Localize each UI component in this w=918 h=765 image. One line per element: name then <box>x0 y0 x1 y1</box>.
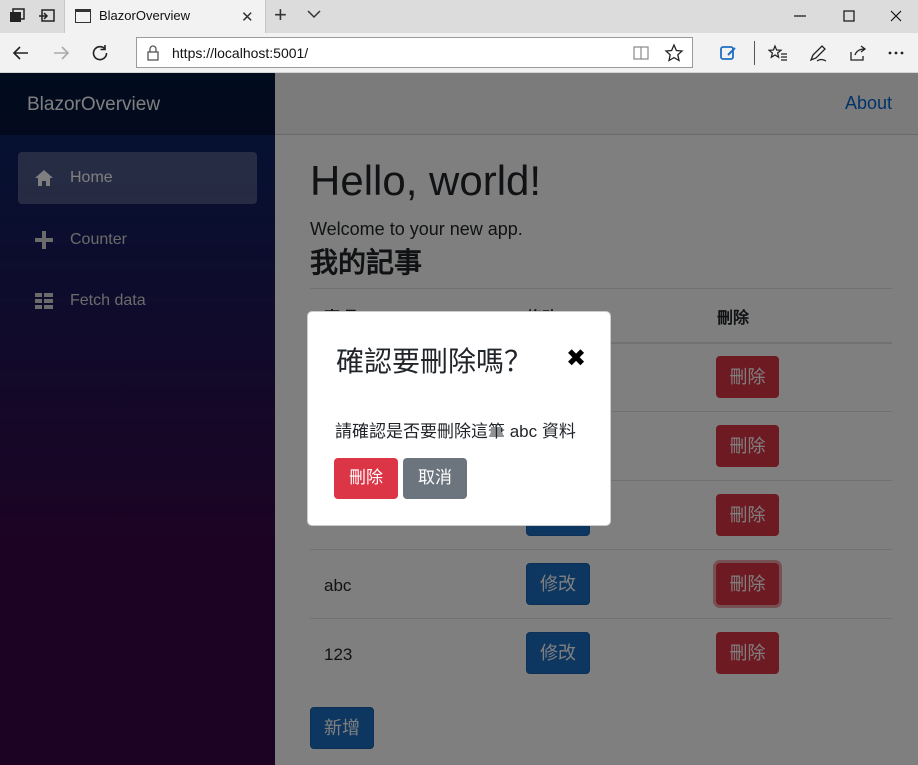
address-bar[interactable]: https://localhost:5001/ <box>136 37 693 68</box>
close-icon[interactable]: ✖ <box>566 344 586 373</box>
close-window-icon[interactable] <box>884 4 908 28</box>
minimize-icon[interactable] <box>788 4 812 28</box>
lock-icon <box>147 45 159 61</box>
confirm-delete-button[interactable]: 刪除 <box>334 458 398 499</box>
dialog-title: 確認要刪除嗎？ <box>336 346 533 377</box>
reading-view-icon[interactable] <box>632 45 650 61</box>
favorites-hub-icon[interactable] <box>768 43 788 63</box>
chevron-down-icon[interactable] <box>306 6 322 22</box>
toolbar-divider <box>754 41 755 65</box>
share-icon[interactable] <box>848 43 868 63</box>
pen-notes-icon[interactable] <box>808 43 828 63</box>
browser-nav-bar: https://localhost:5001/ <box>0 33 918 73</box>
tab-actions-icon[interactable] <box>8 7 26 25</box>
new-tab-button[interactable]: + <box>274 4 287 26</box>
maximize-icon[interactable] <box>837 4 861 28</box>
extension-icon[interactable] <box>718 43 738 63</box>
set-aside-tabs-icon[interactable] <box>38 7 56 25</box>
tab-close-icon[interactable]: ✕ <box>241 8 254 26</box>
browser-tab[interactable]: BlazorOverview ✕ <box>64 0 266 33</box>
url-text: https://localhost:5001/ <box>172 45 309 61</box>
page-icon <box>75 9 91 23</box>
cancel-button[interactable]: 取消 <box>403 458 467 499</box>
forward-arrow-icon[interactable] <box>51 43 71 63</box>
confirm-delete-dialog: 確認要刪除嗎？ ✖ 請確認是否要刪除這筆 abc 資料 刪除 取消 <box>307 311 611 526</box>
more-options-icon[interactable] <box>886 43 906 63</box>
dialog-message: 請確認是否要刪除這筆 abc 資料 <box>335 422 576 441</box>
favorite-star-icon[interactable] <box>664 43 684 63</box>
tab-title: BlazorOverview <box>99 8 191 23</box>
refresh-icon[interactable] <box>90 43 110 63</box>
back-arrow-icon[interactable] <box>11 43 31 63</box>
browser-tab-bar: BlazorOverview ✕ + <box>0 0 918 33</box>
